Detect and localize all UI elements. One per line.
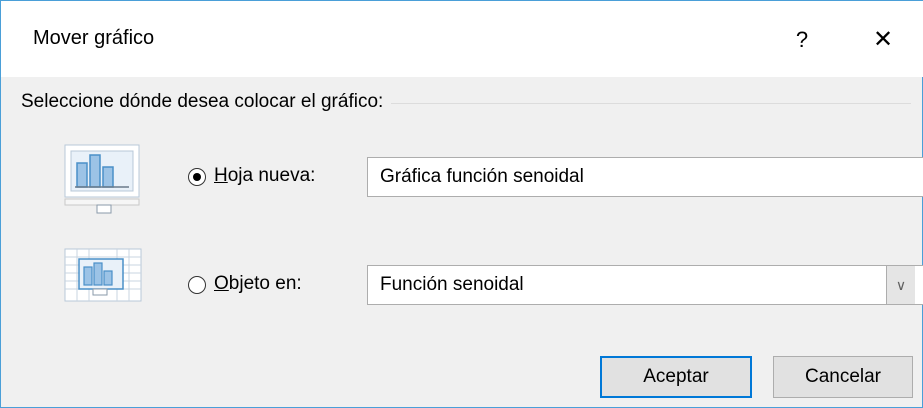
help-button[interactable]: ? (785, 23, 819, 57)
cancel-button[interactable]: Cancelar (773, 356, 913, 398)
embedded-chart-icon (63, 247, 142, 323)
ok-button[interactable]: Aceptar (600, 356, 752, 398)
new-sheet-name-input[interactable]: Gráfica función senoidal (367, 157, 923, 197)
chevron-down-icon[interactable]: ∨ (886, 266, 915, 304)
object-in-combobox[interactable]: Función senoidal (367, 265, 923, 305)
move-chart-dialog: Mover gráfico ? ✕ Seleccione dónde desea… (0, 0, 923, 408)
new-sheet-chart-icon (63, 141, 140, 217)
radio-selected-dot (193, 173, 201, 181)
object-in-combobox-value: Función senoidal (380, 274, 524, 295)
object-in-radio[interactable] (188, 276, 206, 294)
dialog-title: Mover gráfico (33, 27, 155, 49)
close-button[interactable]: ✕ (866, 23, 900, 57)
new-sheet-label: Hoja nueva: (214, 165, 316, 186)
title-bar: Mover gráfico ? ✕ (1, 1, 923, 77)
object-in-label: Objeto en: (214, 273, 302, 294)
group-label: Seleccione dónde desea colocar el gráfic… (21, 91, 392, 113)
new-sheet-radio[interactable] (188, 168, 206, 186)
